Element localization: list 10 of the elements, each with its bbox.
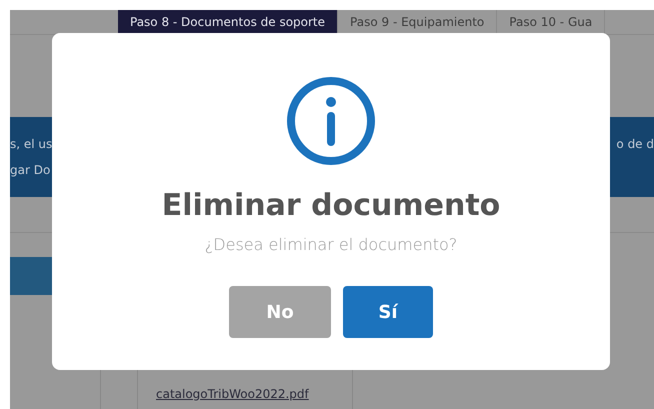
banner-text: s, el us [10, 136, 52, 153]
step-tab[interactable]: Paso 8 - Documentos de soporte [118, 10, 338, 34]
document-link[interactable]: catalogoTribWoo2022.pdf [156, 387, 309, 401]
banner-text: gar Do [10, 162, 52, 179]
banner-text: o de d [616, 136, 654, 153]
cancel-button[interactable]: No [229, 286, 331, 338]
info-icon [286, 76, 376, 166]
dialog-title: Eliminar documento [162, 188, 500, 223]
dialog-message: ¿Desea eliminar el documento? [204, 235, 458, 254]
confirm-button[interactable]: Sí [343, 286, 433, 338]
